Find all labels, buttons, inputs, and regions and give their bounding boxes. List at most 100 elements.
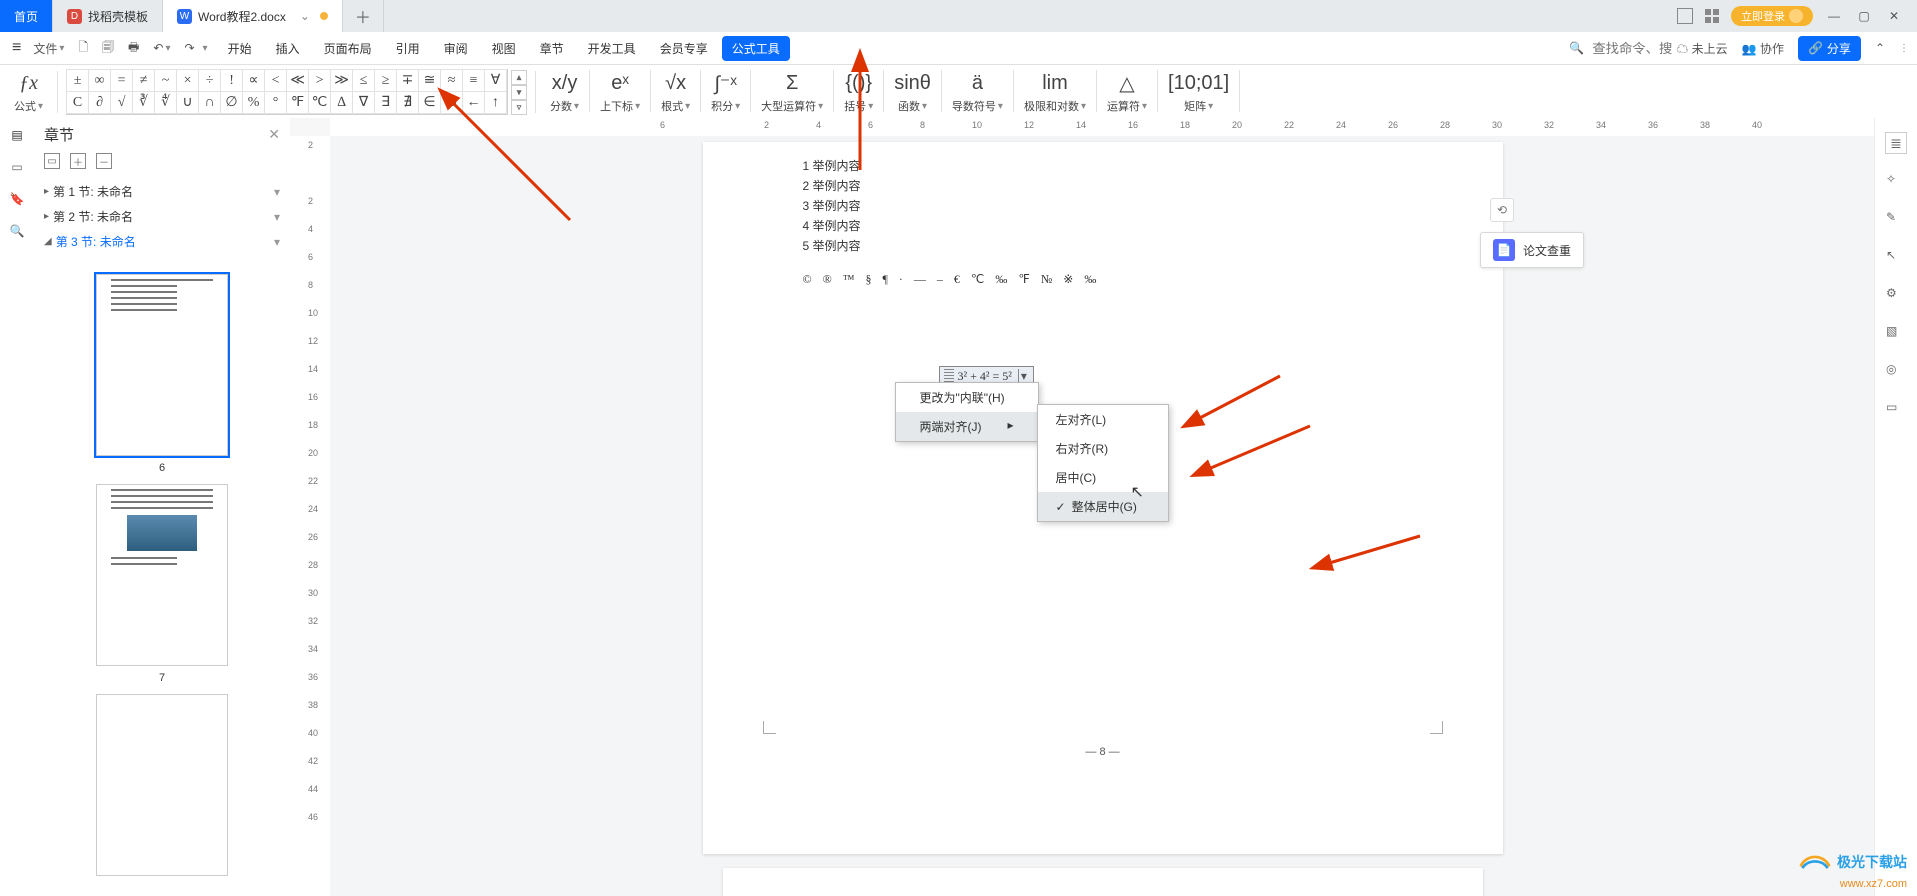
redo-icon[interactable]: ↷ — [178, 41, 200, 55]
symbol-cell[interactable]: ∞ — [88, 69, 111, 92]
symbol-cell[interactable]: ∆ — [330, 91, 353, 114]
symbol-cell[interactable]: ≈ — [440, 69, 463, 92]
symbol-palette[interactable]: ±C∞∂=√≠∛~∜×∪÷∩!∅∝%<°≪℉>℃≫∆≤∇≥∃∓∄≅∈≈∋≡←∀↑ — [66, 69, 508, 115]
ribbon-tab[interactable]: 公式工具 — [722, 36, 790, 61]
section-item[interactable]: ◢第 3 节: 未命名▾ — [38, 229, 286, 254]
ribbon-tab[interactable]: 章节 — [530, 36, 574, 61]
symbol-cell[interactable]: ∓ — [396, 69, 419, 92]
window-maximize[interactable]: ▢ — [1855, 9, 1873, 23]
tab-close-icon[interactable]: ⌄ — [300, 9, 310, 23]
tab-add[interactable]: ＋ — [343, 0, 384, 32]
symbol-cell[interactable]: ∄ — [396, 91, 419, 114]
ribbon-tab[interactable]: 视图 — [482, 36, 526, 61]
undo-icon[interactable]: ↶▾ — [147, 41, 176, 55]
symbol-cell[interactable]: ← — [462, 91, 485, 114]
symbol-cell[interactable]: ≤ — [352, 69, 375, 92]
search-input[interactable] — [1590, 40, 1674, 57]
tab-template[interactable]: D 找稻壳模板 — [53, 0, 163, 32]
share-button[interactable]: 🔗 分享 — [1798, 36, 1861, 61]
ribbon-tab[interactable]: 引用 — [386, 36, 430, 61]
coop-button[interactable]: 👥 协作 — [1742, 40, 1784, 57]
symbol-cell[interactable]: ∜ — [154, 91, 177, 114]
insert-formula-button[interactable]: ƒx 公式▾ — [8, 65, 49, 119]
symbol-cell[interactable]: ∀ — [484, 69, 507, 92]
pen-icon[interactable]: ✎ — [1886, 210, 1906, 230]
vertical-ruler[interactable]: 2246810121416182022242628303234363840424… — [290, 136, 331, 896]
symbol-cell[interactable]: ∇ — [352, 91, 375, 114]
symbol-cell[interactable]: ≫ — [330, 69, 353, 92]
menu-align-left[interactable]: 左对齐(L) — [1038, 405, 1168, 434]
menu-align-center[interactable]: 居中(C) — [1038, 463, 1168, 492]
symbol-cell[interactable]: ~ — [154, 69, 177, 92]
section-collapse-icon[interactable]: － — [96, 153, 112, 169]
symbol-cell[interactable]: ∝ — [242, 69, 265, 92]
symbol-cell[interactable]: ≡ — [462, 69, 485, 92]
ribbon-group[interactable]: x/y分数▾ — [544, 70, 585, 114]
symbol-cell[interactable]: ℉ — [286, 91, 309, 114]
protect-icon[interactable]: ◎ — [1886, 362, 1906, 382]
more-icon[interactable]: ⋮ — [1899, 43, 1909, 54]
ribbon-group[interactable]: [10;01]矩阵▾ — [1162, 70, 1235, 114]
ribbon-tab[interactable]: 会员专享 — [650, 36, 718, 61]
ribbon-group[interactable]: ä导数符号▾ — [946, 70, 1009, 114]
settings-slider-icon[interactable]: ⚙ — [1886, 286, 1906, 306]
symbol-cell[interactable]: ± — [66, 69, 89, 92]
symbol-cell[interactable]: = — [110, 69, 133, 92]
horizontal-ruler[interactable]: 6246810121416182022242628303234363840 — [330, 118, 1875, 137]
print-preview-icon[interactable]: 🗐 — [96, 38, 120, 59]
tab-home[interactable]: 首页 — [0, 0, 53, 32]
layout-icon[interactable] — [1677, 8, 1693, 24]
thumbnails-icon[interactable]: ▭ — [8, 158, 26, 176]
cloud-status[interactable]: ☁ 未上云 — [1676, 40, 1727, 57]
symbol-cell[interactable]: ∋ — [440, 91, 463, 114]
section-item[interactable]: ▸第 2 节: 未命名▾ — [38, 204, 286, 229]
ribbon-group[interactable]: Σ大型运算符▾ — [755, 70, 829, 114]
ribbon-group[interactable]: ∫⁻ˣ积分▾ — [705, 70, 746, 114]
symbol-cell[interactable]: ≪ — [286, 69, 309, 92]
symbol-cell[interactable]: ≥ — [374, 69, 397, 92]
section-item[interactable]: ▸第 1 节: 未命名▾ — [38, 179, 286, 204]
symbol-cell[interactable]: ∅ — [220, 91, 243, 114]
ribbon-group[interactable]: eˣ上下标▾ — [594, 70, 646, 114]
apps-icon[interactable] — [1705, 9, 1719, 23]
login-button[interactable]: 立即登录 — [1731, 6, 1813, 26]
ribbon-group[interactable]: lim极限和对数▾ — [1018, 70, 1092, 114]
symbol-cell[interactable]: ∂ — [88, 91, 111, 114]
ribbon-group[interactable]: √x根式▾ — [655, 70, 696, 114]
paper-check-chip[interactable]: 📄 论文查重 — [1480, 232, 1584, 268]
command-search[interactable]: 🔍 — [1569, 40, 1674, 57]
document-canvas[interactable]: 1 举例内容2 举例内容3 举例内容4 举例内容5 举例内容 © ® ™ § ¶… — [330, 136, 1875, 896]
select-icon[interactable]: ↖ — [1886, 248, 1906, 268]
ribbon-group[interactable]: sinθ函数▾ — [888, 70, 937, 114]
ribbon-tab[interactable]: 开始 — [218, 36, 262, 61]
floating-undo-icon[interactable]: ⟲ — [1490, 198, 1514, 222]
symbol-cell[interactable]: < — [264, 69, 287, 92]
menu-align-right[interactable]: 右对齐(R) — [1038, 434, 1168, 463]
tab-document[interactable]: W Word教程2.docx ⌄ — [163, 0, 343, 32]
ribbon-tab[interactable]: 页面布局 — [314, 36, 382, 61]
file-menu[interactable]: 文件 ▾ — [27, 40, 70, 57]
bookmark-icon[interactable]: 🔖 — [8, 190, 26, 208]
symbol-cell[interactable]: ÷ — [198, 69, 221, 92]
symbol-cell[interactable]: ∈ — [418, 91, 441, 114]
thumbnail-page-6[interactable] — [96, 274, 228, 456]
symbol-cell[interactable]: ℃ — [308, 91, 331, 114]
ribbon-tab[interactable]: 审阅 — [434, 36, 478, 61]
outline-icon[interactable]: ▤ — [8, 126, 26, 144]
symbol-cell[interactable]: ∩ — [198, 91, 221, 114]
window-minimize[interactable]: — — [1825, 9, 1843, 23]
window-close[interactable]: ✕ — [1885, 9, 1903, 23]
ribbon-group[interactable]: {()}括号▾ — [838, 70, 879, 114]
symbol-cell[interactable]: ∪ — [176, 91, 199, 114]
symbol-cell[interactable]: > — [308, 69, 331, 92]
panel-close-icon[interactable]: ✕ — [268, 126, 280, 143]
ribbon-group[interactable]: △运算符▾ — [1101, 70, 1153, 114]
thumbnail-page-7[interactable] — [96, 484, 228, 666]
thumbnail-page-8[interactable] — [96, 694, 228, 876]
find-icon[interactable]: 🔍 — [8, 222, 26, 240]
ribbon-tab[interactable]: 开发工具 — [578, 36, 646, 61]
symbol-cell[interactable]: ↑ — [484, 91, 507, 114]
symbol-cell[interactable]: ! — [220, 69, 243, 92]
reader-icon[interactable]: ▭ — [1886, 400, 1906, 420]
symbol-cell[interactable]: ∛ — [132, 91, 155, 114]
